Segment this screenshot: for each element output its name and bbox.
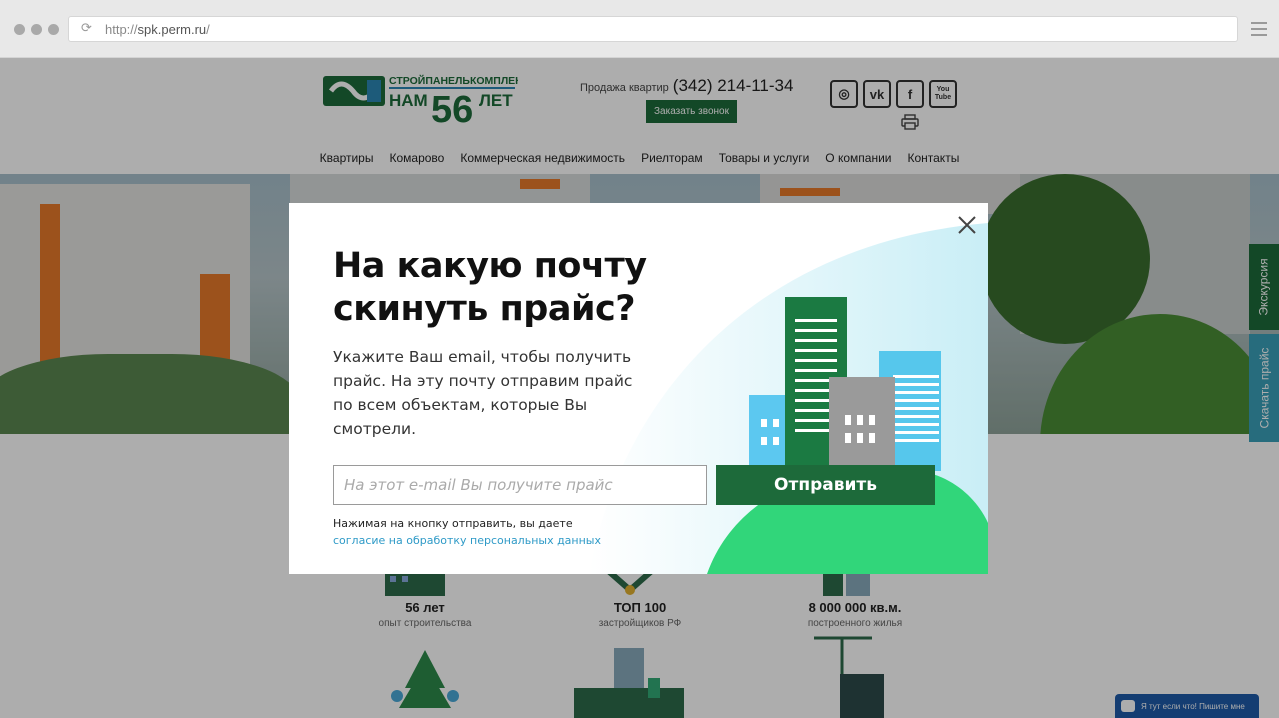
browser-toolbar: ⟳ http://spk.perm.ru/: [0, 0, 1279, 58]
consent-text: Нажимая на кнопку отправить, вы даете: [333, 517, 573, 530]
submit-button[interactable]: Отправить: [716, 465, 935, 505]
window-dot-icon[interactable]: [31, 24, 42, 35]
window-controls: [14, 24, 59, 35]
window-dot-icon[interactable]: [14, 24, 25, 35]
consent-link[interactable]: согласие на обработку персональных данны…: [333, 534, 601, 547]
address-bar[interactable]: ⟳ http://spk.perm.ru/: [68, 16, 1238, 42]
web-page: СТРОЙПАНЕЛЬКОМПЛЕКТ НАМ 56 ЛЕТ Продажа к…: [0, 58, 1279, 718]
menu-icon[interactable]: [1251, 22, 1267, 36]
window-dot-icon[interactable]: [48, 24, 59, 35]
email-input[interactable]: [333, 465, 707, 505]
url-text: http://spk.perm.ru/: [105, 21, 210, 37]
reload-icon[interactable]: ⟳: [81, 22, 95, 36]
close-icon[interactable]: [955, 213, 979, 237]
modal-description: Укажите Ваш email, чтобы получить прайс.…: [333, 348, 633, 438]
modal-title: На какую почту скинуть прайс?: [333, 246, 647, 329]
price-request-modal: На какую почту скинуть прайс? Укажите Ва…: [289, 203, 988, 574]
